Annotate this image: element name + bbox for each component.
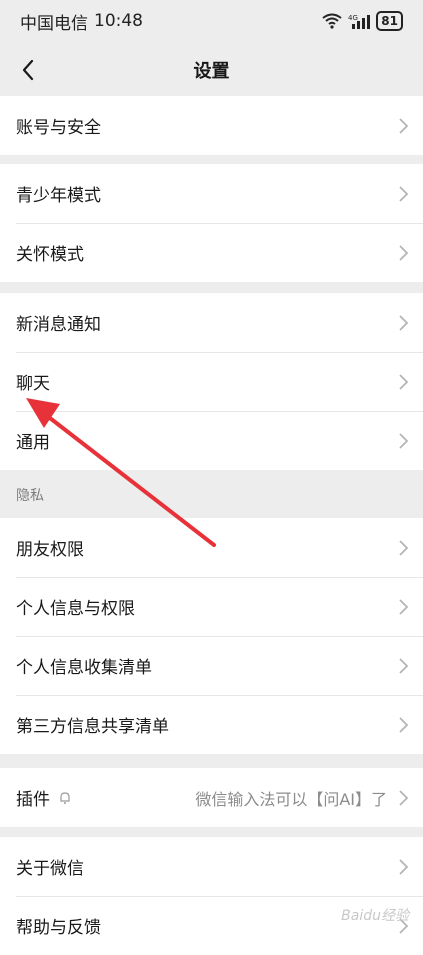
settings-item-personal-info-list[interactable]: 个人信息收集清单: [0, 636, 423, 695]
settings-item-personal-info-permissions[interactable]: 个人信息与权限: [0, 577, 423, 636]
privacy-section-header: 隐私: [0, 472, 423, 518]
plugins-value-text: 微信输入法可以【问AI】了: [195, 789, 387, 809]
about-group: 关于微信 帮助与反馈: [0, 837, 423, 955]
item-label: 关怀模式: [16, 245, 84, 265]
chevron-right-icon: [399, 598, 409, 615]
chevron-right-icon: [399, 117, 409, 134]
item-label: 帮助与反馈: [16, 918, 101, 938]
back-arrow-icon: [22, 59, 34, 81]
signal-icon: 4G: [348, 14, 371, 29]
settings-item-care-mode[interactable]: 关怀模式: [0, 223, 423, 282]
account-group: 账号与安全: [0, 96, 423, 155]
item-label: 青少年模式: [16, 186, 101, 206]
status-left: 中国电信 10:48: [20, 9, 143, 34]
privacy-group: 朋友权限 个人信息与权限 个人信息收集清单 第三方信息共享清单: [0, 518, 423, 754]
page-title: 设置: [193, 61, 230, 82]
general-group: 新消息通知 聊天 通用: [0, 293, 423, 470]
chevron-right-icon: [399, 657, 409, 674]
settings-item-notifications[interactable]: 新消息通知: [0, 293, 423, 352]
wifi-icon: [322, 13, 342, 29]
nav-bar: 设置: [0, 42, 423, 98]
settings-item-plugins[interactable]: 插件 微信输入法可以【问AI】了: [0, 768, 423, 827]
item-label: 第三方信息共享清单: [16, 717, 169, 737]
settings-item-chat[interactable]: 聊天: [0, 352, 423, 411]
chevron-right-icon: [399, 244, 409, 261]
item-label: 账号与安全: [16, 118, 101, 138]
chevron-right-icon: [399, 373, 409, 390]
settings-item-about-wechat[interactable]: 关于微信: [0, 837, 423, 896]
settings-item-friend-permissions[interactable]: 朋友权限: [0, 518, 423, 577]
svg-text:4G: 4G: [348, 14, 358, 22]
chevron-right-icon: [399, 185, 409, 202]
bell-icon: [60, 791, 70, 804]
item-label: 聊天: [16, 374, 50, 394]
settings-item-third-party-sharing[interactable]: 第三方信息共享清单: [0, 695, 423, 754]
carrier-label: 中国电信: [20, 13, 88, 34]
battery-level: 81: [381, 14, 398, 28]
item-label: 插件: [16, 790, 50, 810]
clock: 10:48: [94, 11, 143, 31]
section-header-label: 隐私: [16, 488, 44, 504]
chevron-right-icon: [399, 539, 409, 556]
item-label: 关于微信: [16, 859, 84, 879]
item-label: 通用: [16, 433, 50, 453]
chevron-right-icon: [399, 716, 409, 733]
modes-group: 青少年模式 关怀模式: [0, 164, 423, 282]
chevron-right-icon: [399, 858, 409, 875]
item-label: 朋友权限: [16, 540, 84, 560]
status-bar: 中国电信 10:48 4G 81: [0, 0, 423, 42]
chevron-right-icon: [399, 314, 409, 331]
settings-item-general[interactable]: 通用: [0, 411, 423, 470]
settings-item-account-security[interactable]: 账号与安全: [0, 96, 423, 155]
status-right: 4G 81: [322, 11, 403, 31]
plugins-group: 插件 微信输入法可以【问AI】了: [0, 768, 423, 827]
settings-item-teen-mode[interactable]: 青少年模式: [0, 164, 423, 223]
chevron-right-icon: [399, 789, 409, 806]
battery-indicator: 81: [376, 11, 403, 31]
item-label: 新消息通知: [16, 315, 101, 335]
back-button[interactable]: [10, 52, 46, 88]
item-label: 个人信息与权限: [16, 599, 135, 619]
item-label: 个人信息收集清单: [16, 658, 152, 678]
watermark: Baidu经验: [341, 908, 409, 924]
chevron-right-icon: [399, 432, 409, 449]
